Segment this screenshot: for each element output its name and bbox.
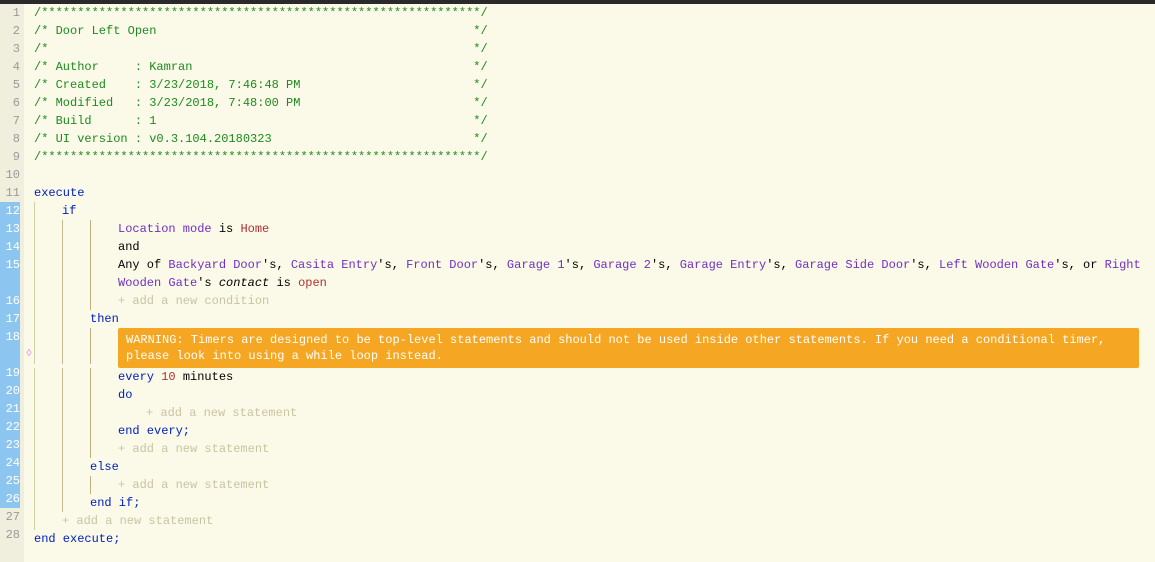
cond-contact-open[interactable]: Any of Backyard Door's, Casita Entry's, … <box>34 256 1147 292</box>
line-number: 23 <box>0 436 20 454</box>
line-number: 4 <box>0 58 20 76</box>
stmt-execute[interactable]: execute <box>34 184 1147 202</box>
cond-and[interactable]: and <box>34 238 1147 256</box>
line-number: 25 <box>0 472 20 490</box>
line-number: 24 <box>0 454 20 472</box>
blank-line <box>34 166 1147 184</box>
line-number: 11 <box>0 184 20 202</box>
comment-line: /***************************************… <box>34 148 1147 166</box>
line-number: 20 <box>0 382 20 400</box>
line-number: 16 <box>0 292 20 310</box>
comment-line: /* Author : Kamran */ <box>34 58 1147 76</box>
stmt-end-execute[interactable]: end execute; <box>34 530 1147 548</box>
stmt-end-if[interactable]: end if; <box>34 494 1147 512</box>
comment-line: /* */ <box>34 40 1147 58</box>
line-number: 19 <box>0 364 20 382</box>
line-number: 15 <box>0 256 20 292</box>
code-editor: 1234567891011121314151617181920212223242… <box>0 4 1155 562</box>
stmt-else[interactable]: else <box>34 458 1147 476</box>
line-number: 2 <box>0 22 20 40</box>
line-number: 27 <box>0 508 20 526</box>
line-number: 9 <box>0 148 20 166</box>
line-number: 12 <box>0 202 20 220</box>
line-number: 28 <box>0 526 20 544</box>
code-area[interactable]: /***************************************… <box>34 4 1155 562</box>
hint-add-statement[interactable]: + add a new statement <box>34 440 1147 458</box>
line-number: 10 <box>0 166 20 184</box>
line-number: 3 <box>0 40 20 58</box>
line-number: 1 <box>0 4 20 22</box>
stmt-do[interactable]: do <box>34 386 1147 404</box>
line-number-gutter: 1234567891011121314151617181920212223242… <box>0 4 24 562</box>
line-number: 13 <box>0 220 20 238</box>
comment-line: /* Created : 3/23/2018, 7:46:48 PM */ <box>34 76 1147 94</box>
marker-strip: ◊ <box>24 4 34 562</box>
line-number: 21 <box>0 400 20 418</box>
line-number: 17 <box>0 310 20 328</box>
stmt-if[interactable]: if <box>34 202 1147 220</box>
hint-add-statement[interactable]: + add a new statement <box>34 404 1147 422</box>
warning-text: WARNING: Timers are designed to be top-l… <box>118 328 1139 368</box>
cond-location-mode[interactable]: Location mode is Home <box>34 220 1147 238</box>
line-number: 22 <box>0 418 20 436</box>
warning-banner: WARNING: Timers are designed to be top-l… <box>34 328 1147 368</box>
line-number: 8 <box>0 130 20 148</box>
comment-line: /* UI version : v0.3.104.20180323 */ <box>34 130 1147 148</box>
hint-add-condition[interactable]: + add a new condition <box>34 292 1147 310</box>
line-number: 6 <box>0 94 20 112</box>
marker-line18: ◊ <box>24 346 34 382</box>
comment-line: /***************************************… <box>34 4 1147 22</box>
stmt-every[interactable]: every 10 minutes <box>34 368 1147 386</box>
comment-line: /* Build : 1 */ <box>34 112 1147 130</box>
line-number: 26 <box>0 490 20 508</box>
hint-add-statement[interactable]: + add a new statement <box>34 512 1147 530</box>
stmt-then[interactable]: then <box>34 310 1147 328</box>
line-number: 5 <box>0 76 20 94</box>
line-number: 14 <box>0 238 20 256</box>
stmt-end-every[interactable]: end every; <box>34 422 1147 440</box>
hint-add-statement[interactable]: + add a new statement <box>34 476 1147 494</box>
comment-line: /* Door Left Open */ <box>34 22 1147 40</box>
line-number: 7 <box>0 112 20 130</box>
line-number: 18 <box>0 328 20 364</box>
comment-line: /* Modified : 3/23/2018, 7:48:00 PM */ <box>34 94 1147 112</box>
